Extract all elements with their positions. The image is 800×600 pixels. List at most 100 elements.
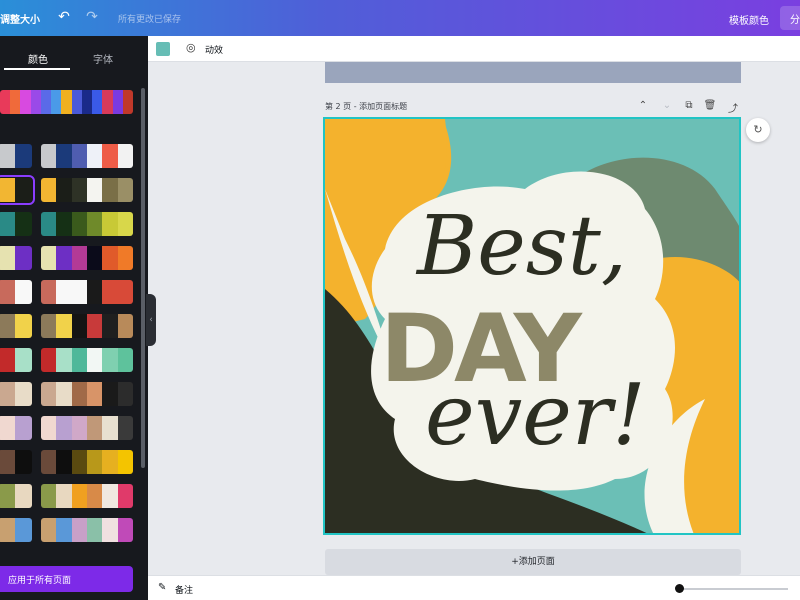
animate-button[interactable]: 动效 <box>205 43 223 56</box>
animate-icon[interactable]: ◎ <box>186 41 200 55</box>
refresh-icon[interactable]: ↻ <box>746 118 770 142</box>
palette-color <box>41 382 57 406</box>
add-page-button[interactable]: +添加页面 <box>325 549 741 575</box>
palette-color <box>41 348 57 372</box>
notes-button[interactable]: 备注 <box>175 583 193 596</box>
palette-color <box>0 178 15 202</box>
palette-color <box>0 450 15 474</box>
color-swatch[interactable] <box>20 90 31 114</box>
notes-icon[interactable]: ✎ <box>158 582 166 593</box>
palette-row[interactable] <box>0 450 32 474</box>
palette-color <box>56 212 72 236</box>
duplicate-page-icon[interactable]: ⧉ <box>682 100 696 111</box>
color-swatch[interactable] <box>112 90 123 114</box>
move-page-down-icon[interactable]: ⌄ <box>660 100 674 111</box>
palette-row[interactable] <box>41 382 133 406</box>
palette-color <box>117 144 133 168</box>
palette-row[interactable] <box>41 484 133 508</box>
undo-icon[interactable]: ↶ <box>55 8 73 26</box>
previous-page[interactable] <box>325 62 741 83</box>
palette-color <box>41 416 57 440</box>
color-swatch[interactable] <box>40 90 52 114</box>
design-canvas[interactable]: DAY Best, ever! <box>323 117 741 535</box>
palette-row[interactable] <box>0 314 32 338</box>
palette-color <box>56 348 72 372</box>
palette-row[interactable] <box>41 280 133 304</box>
palette-color <box>117 280 133 304</box>
palette-row[interactable] <box>41 518 133 542</box>
palette-color <box>41 144 57 168</box>
color-swatch[interactable] <box>10 90 21 114</box>
palette-row[interactable] <box>41 144 133 168</box>
palette-row[interactable] <box>41 314 133 338</box>
palette-row[interactable] <box>0 280 32 304</box>
palette-color <box>71 314 87 338</box>
palette-color <box>15 450 32 474</box>
palette-color <box>0 212 15 236</box>
color-button[interactable]: 颜色 <box>749 12 769 27</box>
page-title[interactable]: 第 2 页 - 添加页面标题 <box>325 101 407 112</box>
share-button[interactable]: 分 <box>780 6 800 30</box>
resize-button[interactable]: 调整大小 <box>0 11 40 26</box>
palette-color <box>86 382 103 406</box>
tab-font[interactable]: 字体 <box>93 51 113 66</box>
palette-color <box>71 246 87 270</box>
move-page-up-icon[interactable]: ⌃ <box>636 100 650 111</box>
palette-color <box>0 314 15 338</box>
palette-row[interactable] <box>0 484 32 508</box>
palette-row[interactable] <box>0 246 32 270</box>
palette-row[interactable] <box>0 175 35 205</box>
palette-row[interactable] <box>0 416 32 440</box>
color-swatch-strip[interactable] <box>0 90 133 114</box>
palette-row[interactable] <box>0 382 32 406</box>
palette-color <box>71 416 87 440</box>
palette-row[interactable] <box>41 348 133 372</box>
color-swatch[interactable] <box>51 90 62 114</box>
palette-row[interactable] <box>41 450 133 474</box>
palette-row[interactable] <box>0 518 32 542</box>
color-swatch[interactable] <box>81 90 93 114</box>
color-swatch[interactable] <box>0 90 11 114</box>
color-swatch[interactable] <box>102 90 113 114</box>
scrollbar[interactable] <box>141 88 145 468</box>
palette-row[interactable] <box>41 416 133 440</box>
palette-color <box>41 280 57 304</box>
palette-color <box>0 416 15 440</box>
palette-color <box>71 178 87 202</box>
palette-color <box>102 178 118 202</box>
zoom-slider[interactable] <box>678 588 788 590</box>
palette-row[interactable] <box>0 348 32 372</box>
zoom-slider-handle[interactable] <box>675 584 684 593</box>
color-swatch[interactable] <box>71 90 82 114</box>
palette-color <box>86 314 103 338</box>
palette-row[interactable] <box>41 212 133 236</box>
palette-row[interactable] <box>41 178 133 202</box>
palette-color <box>71 144 87 168</box>
palette-color <box>56 518 72 542</box>
palette-color <box>56 382 72 406</box>
color-swatch[interactable] <box>122 90 133 114</box>
palette-color <box>86 348 103 372</box>
add-page-icon[interactable]: ⤴ <box>726 100 740 115</box>
color-swatch[interactable] <box>92 90 103 114</box>
delete-page-icon[interactable]: 🗑 <box>703 100 717 111</box>
palette-row[interactable] <box>0 144 32 168</box>
palette-color <box>56 484 72 508</box>
palette-row[interactable] <box>41 246 133 270</box>
palette-color <box>15 518 32 542</box>
color-swatch[interactable] <box>30 90 41 114</box>
palette-color <box>0 280 15 304</box>
collapse-panel-handle[interactable]: ‹ <box>146 294 156 346</box>
design-artwork: DAY Best, ever! <box>325 119 739 533</box>
palette-row[interactable] <box>0 212 32 236</box>
template-button[interactable]: 模板 <box>729 12 749 27</box>
text-color-swatch[interactable] <box>156 42 170 56</box>
best-text: Best, <box>415 199 627 294</box>
color-swatch[interactable] <box>61 90 72 114</box>
palette-color <box>71 450 87 474</box>
apply-all-pages-button[interactable]: 应用于所有页面 <box>0 566 133 592</box>
redo-icon[interactable]: ↷ <box>83 8 101 26</box>
palette-color <box>71 382 87 406</box>
palette-color <box>41 484 57 508</box>
tab-color[interactable]: 颜色 <box>28 51 48 66</box>
